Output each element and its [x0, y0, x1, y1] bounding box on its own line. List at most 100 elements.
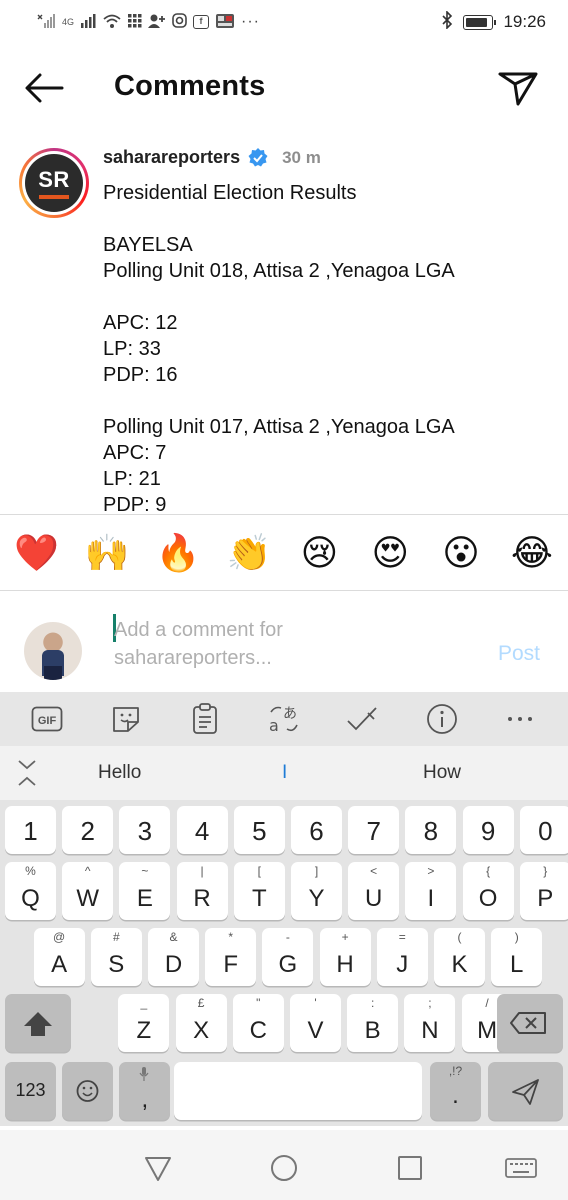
suggestion-left[interactable]: Hello — [98, 762, 141, 784]
key-secondary-label: < — [370, 864, 378, 878]
info-button[interactable] — [422, 699, 462, 739]
key-secondary-label: + — [341, 930, 349, 944]
key-j[interactable]: = J — [376, 928, 428, 986]
key-secondary-label: ~ — [141, 864, 149, 878]
key-v[interactable]: ' V — [290, 994, 341, 1052]
key-t[interactable]: [T — [233, 862, 285, 920]
key-w[interactable]: ^ W — [62, 862, 114, 920]
sticker-button[interactable] — [106, 699, 146, 739]
comma-key[interactable]: , — [119, 1062, 171, 1120]
nav-back-button[interactable] — [142, 1152, 174, 1184]
keyboard-toolbar: GIF aあ — [0, 692, 568, 746]
key-1[interactable]: 1 — [5, 806, 56, 854]
key-o[interactable]: {O — [462, 862, 514, 920]
clipboard-button[interactable] — [185, 699, 225, 739]
key-label: N — [421, 1017, 439, 1044]
divider — [0, 590, 568, 591]
key-p[interactable]: } P — [519, 862, 568, 920]
key-2[interactable]: 2 — [62, 806, 114, 854]
key-z[interactable]: _ Z — [118, 994, 170, 1052]
reaction-tears-of-joy-icon[interactable]: 😂 — [510, 534, 554, 574]
instagram-icon — [172, 13, 187, 31]
key-s[interactable]: # S — [90, 928, 142, 986]
suggestion-middle[interactable]: I — [282, 762, 287, 784]
svg-text:あ: あ — [283, 706, 297, 722]
key-7[interactable]: 7 — [348, 806, 400, 854]
send-key[interactable] — [488, 1062, 563, 1120]
translate-button[interactable]: aあ — [264, 699, 304, 739]
share-button[interactable] — [496, 68, 540, 108]
key-secondary-label: ) — [514, 930, 519, 944]
reaction-crying-face-icon[interactable]: 😢 — [297, 534, 341, 574]
avatar-text: SR — [38, 167, 70, 192]
symbols-key[interactable]: 123 — [5, 1062, 56, 1120]
post-comment-button[interactable]: Post — [498, 642, 540, 666]
gif-button[interactable]: GIF — [27, 699, 67, 739]
collapse-keyboard-button[interactable] — [14, 758, 40, 788]
post-caption: SR saharareporters 30 m Presidential Ele… — [0, 130, 568, 512]
reaction-heart-icon[interactable]: ❤️ — [14, 534, 59, 574]
key-c[interactable]: " C — [232, 994, 284, 1052]
bluetooth-icon — [441, 9, 453, 34]
key-d[interactable]: & D — [148, 928, 199, 986]
page-title: Comments — [114, 70, 266, 102]
key-g[interactable]: -G — [262, 928, 314, 986]
author-username[interactable]: saharareporters — [103, 147, 240, 168]
nav-keyboard-button[interactable] — [504, 1152, 538, 1184]
key-9[interactable]: 9 — [462, 806, 514, 854]
reaction-raised-hands-icon[interactable]: 🙌 — [85, 534, 130, 574]
handwriting-button[interactable] — [343, 699, 383, 739]
suggestion-right[interactable]: How — [423, 762, 461, 784]
author-avatar[interactable]: SR — [19, 148, 89, 218]
key-3[interactable]: 3 — [119, 806, 171, 854]
back-button[interactable] — [22, 70, 66, 106]
period-key[interactable]: ,!?. — [430, 1062, 481, 1120]
key-n[interactable]: ; N — [404, 994, 456, 1052]
key-h[interactable]: + H — [319, 928, 371, 986]
key-r[interactable]: | R — [176, 862, 228, 920]
key-l[interactable]: ) L — [491, 928, 543, 986]
key-8[interactable]: 8 — [405, 806, 457, 854]
key-u[interactable]: < U — [348, 862, 400, 920]
backspace-icon — [510, 1012, 546, 1034]
nav-home-button[interactable] — [268, 1152, 300, 1184]
key-4[interactable]: 4 — [176, 806, 228, 854]
key-e[interactable]: ~ E — [119, 862, 171, 920]
reaction-surprised-face-icon[interactable]: 😮 — [439, 534, 483, 574]
backspace-key[interactable] — [497, 994, 563, 1052]
key-label: 123 — [15, 1080, 46, 1100]
key-label: I — [427, 885, 435, 912]
nav-recents-button[interactable] — [394, 1152, 426, 1184]
key-b[interactable]: :B — [347, 994, 399, 1052]
key-label: 6 — [309, 816, 324, 846]
key-i[interactable]: > I — [405, 862, 457, 920]
battery-fill — [466, 17, 487, 27]
key-f[interactable]: * F — [205, 928, 257, 986]
caption-line: LP: 33 — [103, 338, 161, 360]
key-k[interactable]: (K — [434, 928, 485, 986]
more-options-button[interactable] — [500, 699, 540, 739]
key-5[interactable]: 5 — [233, 806, 285, 854]
key-label: J — [396, 951, 409, 978]
wifi-icon — [102, 13, 122, 32]
key-label: O — [478, 885, 498, 912]
svg-text:GIF: GIF — [38, 715, 57, 727]
key-label: A — [51, 951, 68, 978]
comment-input[interactable]: Add a comment for saharareporters... — [114, 616, 484, 672]
key-y[interactable]: ] Y — [291, 862, 342, 920]
circle-home-icon — [271, 1155, 297, 1181]
key-6[interactable]: 6 — [291, 806, 342, 854]
space-key[interactable] — [174, 1062, 422, 1120]
shift-key[interactable] — [5, 994, 71, 1052]
emoji-key[interactable] — [62, 1062, 114, 1120]
key-x[interactable]: £ X — [175, 994, 227, 1052]
key-a[interactable]: @ A — [33, 928, 85, 986]
reaction-clapping-hands-icon[interactable]: 👏 — [227, 534, 272, 574]
key-q[interactable]: % Q — [5, 862, 56, 920]
reaction-heart-eyes-icon[interactable]: 😍 — [368, 534, 412, 574]
key-label: 4 — [194, 816, 210, 846]
reaction-fire-icon[interactable]: 🔥 — [156, 534, 201, 574]
key-0[interactable]: 0 — [519, 806, 568, 854]
svg-text:a: a — [269, 716, 279, 735]
key-secondary-label: - — [285, 930, 290, 944]
